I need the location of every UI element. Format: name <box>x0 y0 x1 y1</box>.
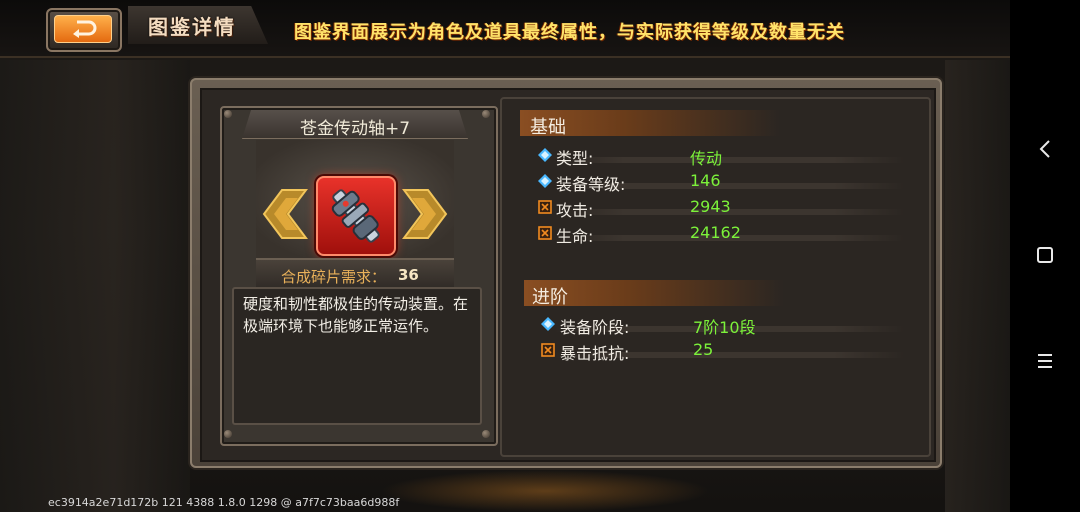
item-name: 苍金传动轴+7 <box>299 119 411 139</box>
square-icon[interactable] <box>1030 240 1060 270</box>
diamond-icon <box>538 174 552 188</box>
stat-value-hp: 24162 <box>690 223 741 242</box>
screw-icon <box>482 430 490 438</box>
floor-glow <box>380 470 710 512</box>
item-description: 硬度和韧性都极佳的传动装置。在极端环境下也能够正常运作。 <box>243 295 469 335</box>
stat-value-equip-level: 146 <box>690 171 721 190</box>
crossed-box-icon <box>538 226 552 240</box>
page-title: 图鉴详情 <box>148 15 236 39</box>
back-button[interactable] <box>46 8 122 52</box>
stat-label-attack: 攻击: <box>556 201 594 220</box>
screw-icon <box>224 430 232 438</box>
stat-value-attack: 2943 <box>690 197 731 216</box>
corridor-wall-left <box>0 60 190 512</box>
stat-value-type: 传动 <box>690 149 723 168</box>
return-arrow-icon <box>73 20 97 38</box>
screw-icon <box>224 110 232 118</box>
diamond-icon <box>538 148 552 162</box>
stat-value-crit-resist: 25 <box>693 340 714 359</box>
corridor-wall-right <box>945 60 1010 512</box>
section-title-basic: 基础 <box>530 117 566 138</box>
stat-label-type: 类型: <box>556 149 594 168</box>
system-nav-bar <box>1010 0 1080 512</box>
hamburger-icon[interactable] <box>1030 346 1060 376</box>
screw-icon <box>482 110 490 118</box>
shard-requirement-value: 36 <box>398 266 419 284</box>
row-divider <box>554 157 904 163</box>
chevron-left-icon[interactable] <box>1030 134 1060 164</box>
build-id: ec3914a2e71d172b 121 4388 1.8.0 1298 @ a… <box>48 496 400 509</box>
next-item-arrow-icon[interactable] <box>402 188 448 240</box>
crossed-box-icon <box>541 343 555 357</box>
stat-label-hp: 生命: <box>556 227 594 246</box>
notice-text: 图鉴界面展示为角色及道具最终属性，与实际获得等级及数量无关 <box>294 22 845 43</box>
section-title-advance: 进阶 <box>532 287 568 308</box>
stat-label-equip-stage: 装备阶段: <box>560 318 630 337</box>
crossed-box-icon <box>538 200 552 214</box>
stat-label-equip-level: 装备等级: <box>556 175 626 194</box>
previous-item-arrow-icon[interactable] <box>262 188 308 240</box>
diamond-icon <box>541 317 555 331</box>
stat-label-crit-resist: 暴击抵抗: <box>560 344 630 363</box>
shard-requirement-label: 合成碎片需求： <box>281 268 387 286</box>
stat-value-equip-stage: 7阶10段 <box>693 318 756 337</box>
item-icon[interactable] <box>316 176 396 256</box>
back-button-face[interactable] <box>54 15 112 43</box>
drive-shaft-icon <box>331 189 380 243</box>
